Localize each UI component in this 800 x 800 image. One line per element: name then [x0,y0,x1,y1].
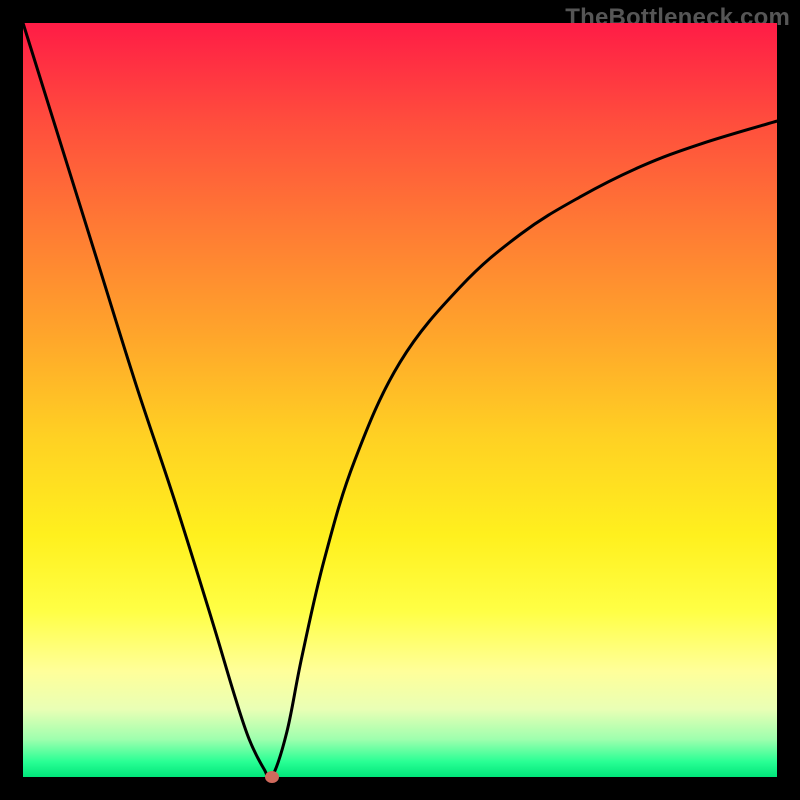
curve-path [23,23,777,780]
curve-layer [23,23,777,777]
chart-stage: TheBottleneck.com [0,0,800,800]
plot-area [23,23,777,777]
minimum-point-marker [265,771,279,783]
